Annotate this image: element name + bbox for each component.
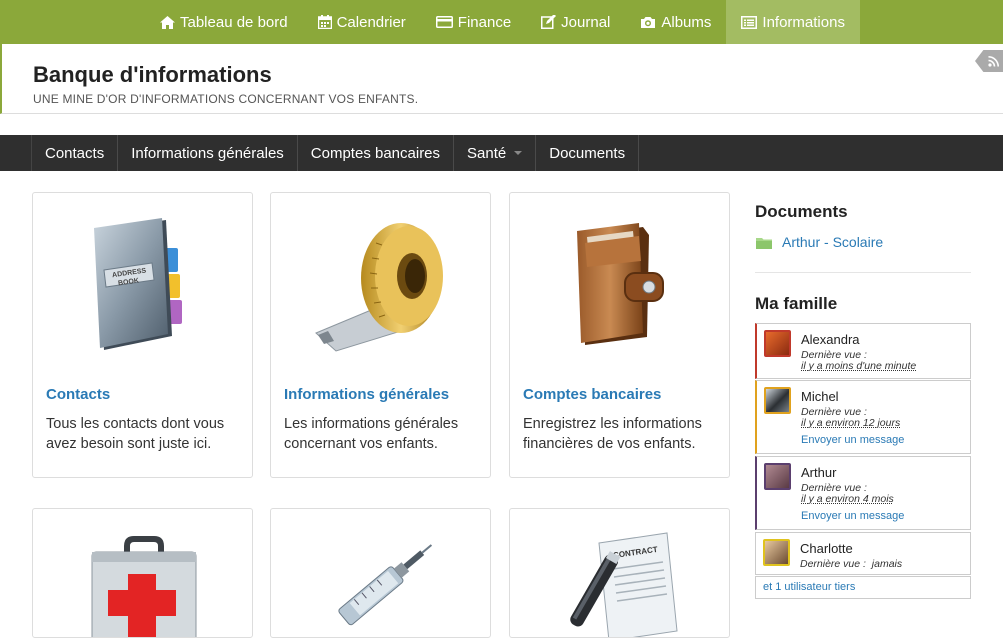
card-image	[271, 509, 490, 637]
card-image: CONTRACT	[510, 509, 729, 637]
card-documents[interactable]: CONTRACT	[509, 508, 730, 638]
rss-button[interactable]	[975, 50, 1003, 72]
card-image	[271, 193, 490, 373]
card-description: Les informations générales concernant vo…	[284, 416, 459, 452]
sub-navigation: Contacts Informations générales Comptes …	[0, 135, 1003, 171]
family-heading: Ma famille	[755, 294, 838, 313]
subnav-comptes-bancaires[interactable]: Comptes bancaires	[298, 135, 455, 171]
nav-tableau-de-bord[interactable]: Tableau de bord	[145, 0, 303, 44]
send-message-link[interactable]: Envoyer un message	[801, 510, 904, 522]
edit-icon	[541, 15, 557, 29]
family-member: Alexandra Dernière vue : il y a moins d'…	[755, 323, 971, 379]
card-title[interactable]: Informations générales	[284, 386, 449, 403]
subnav-documents[interactable]: Documents	[536, 135, 640, 171]
avatar[interactable]	[764, 463, 791, 490]
send-message-link[interactable]: Envoyer un message	[801, 434, 904, 446]
topnav-spacer	[0, 0, 145, 44]
page-header: Banque d'informations UNE MINE D'OR D'IN…	[0, 44, 1003, 114]
member-name: Arthur	[801, 465, 837, 480]
page-title: Banque d'informations	[33, 62, 272, 87]
member-name: Charlotte	[800, 541, 853, 556]
nav-informations[interactable]: Informations	[726, 0, 860, 44]
third-party-users-link[interactable]: et 1 utilisateur tiers	[755, 576, 971, 599]
card-informations-generales[interactable]: Informations générales Les informations …	[270, 192, 491, 478]
home-icon	[160, 15, 175, 29]
nav-albums[interactable]: Albums	[625, 0, 726, 44]
contract-pen-icon: CONTRACT	[569, 532, 678, 637]
subnav-label: Informations générales	[131, 144, 284, 162]
avatar[interactable]	[763, 539, 790, 566]
member-name: Michel	[801, 389, 839, 404]
folder-icon	[756, 237, 772, 249]
last-seen-label: Dernière vue : jamais	[800, 558, 902, 570]
calendar-icon	[317, 15, 332, 29]
subnav-label: Contacts	[45, 144, 105, 162]
nav-label: Tableau de bord	[180, 13, 288, 31]
family-member: Charlotte Dernière vue : jamais	[755, 532, 971, 575]
credit-card-icon	[435, 16, 453, 28]
first-aid-kit-icon	[91, 536, 196, 637]
card-description: Tous les contacts dont vous avez besoin …	[46, 416, 225, 452]
top-navigation: Tableau de bord Calendrier Finance Journ…	[0, 0, 1003, 44]
nav-calendrier[interactable]: Calendrier	[303, 0, 421, 44]
subnav-label: Comptes bancaires	[310, 144, 441, 162]
subnav-label: Documents	[549, 144, 626, 162]
page-subtitle: UNE MINE D'OR D'INFORMATIONS CONCERNANT …	[33, 92, 419, 106]
sidebar-divider	[755, 272, 971, 273]
card-image	[510, 193, 729, 373]
nav-label: Journal	[561, 13, 611, 31]
subnav-label: Santé	[467, 144, 507, 162]
family-member: Arthur Dernière vue : il y a environ 4 m…	[755, 456, 971, 530]
caret-down-icon	[514, 151, 523, 155]
card-title[interactable]: Contacts	[46, 386, 110, 403]
card-image	[33, 509, 252, 637]
avatar[interactable]	[764, 330, 791, 357]
documents-heading: Documents	[755, 202, 848, 221]
measuring-tape-icon	[314, 223, 443, 352]
subnav-informations-generales[interactable]: Informations générales	[118, 135, 298, 171]
last-seen-value: il y a environ 12 jours	[801, 417, 901, 429]
card-image: ADDRESS BOOK	[33, 193, 252, 373]
subnav-sante-dropdown[interactable]: Santé	[454, 135, 537, 171]
last-seen-value: il y a moins d'une minute	[801, 360, 917, 372]
avatar[interactable]	[764, 387, 791, 414]
card-description: Enregistrez les informations financières…	[523, 416, 702, 452]
card-comptes-bancaires[interactable]: Comptes bancaires Enregistrez les inform…	[509, 192, 730, 478]
member-name: Alexandra	[801, 332, 860, 347]
syringe-icon	[337, 544, 432, 626]
camera-icon	[641, 16, 656, 28]
card-title[interactable]: Comptes bancaires	[523, 386, 661, 403]
family-member: Michel Dernière vue : il y a environ 12 …	[755, 380, 971, 454]
address-book-icon: ADDRESS BOOK	[93, 218, 182, 350]
last-seen-value: jamais	[871, 558, 903, 570]
last-seen-value: il y a environ 4 mois	[801, 493, 894, 505]
document-link-arthur-scolaire[interactable]: Arthur - Scolaire	[756, 234, 883, 250]
nav-label: Albums	[661, 13, 712, 31]
card-sante[interactable]	[32, 508, 253, 638]
nav-label: Informations	[762, 13, 845, 31]
nav-finance[interactable]: Finance	[421, 0, 526, 44]
list-icon	[741, 15, 758, 29]
card-contacts[interactable]: ADDRESS BOOK Contacts Tous les contacts …	[32, 192, 253, 478]
document-link-label: Arthur - Scolaire	[782, 234, 884, 250]
nav-journal[interactable]: Journal	[526, 0, 625, 44]
card-medical[interactable]	[270, 508, 491, 638]
last-seen-label-text: Dernière vue :	[800, 558, 866, 570]
nav-label: Calendrier	[336, 13, 406, 31]
subnav-contacts[interactable]: Contacts	[32, 135, 119, 171]
rss-icon	[988, 55, 999, 67]
nav-label: Finance	[457, 13, 512, 31]
wallet-icon	[576, 223, 664, 345]
